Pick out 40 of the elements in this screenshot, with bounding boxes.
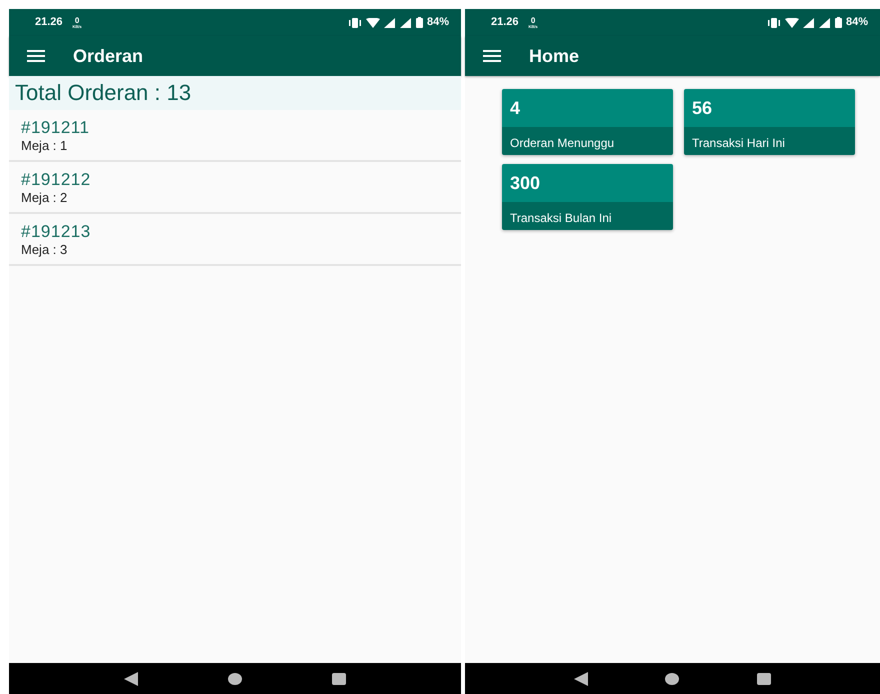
back-icon[interactable] xyxy=(574,672,588,686)
table-number: Meja : 3 xyxy=(21,242,68,258)
total-orders-header: Total Orderan : 13 xyxy=(9,76,461,110)
order-list-item[interactable]: #191213 Meja : 3 xyxy=(9,214,461,266)
back-icon[interactable] xyxy=(124,672,138,686)
recents-icon[interactable] xyxy=(332,672,346,684)
wifi-icon xyxy=(366,18,380,28)
tile-value: 300 xyxy=(502,164,673,202)
tile-label: Transaksi Bulan Ini xyxy=(502,202,673,230)
signal-icon xyxy=(818,18,831,28)
tile-value: 56 xyxy=(684,89,855,127)
battery-icon xyxy=(416,17,423,28)
order-list-item[interactable]: #191212 Meja : 2 xyxy=(9,162,461,214)
wifi-icon xyxy=(784,18,799,28)
signal-icon xyxy=(384,18,396,28)
vibrate-icon xyxy=(348,18,362,28)
clock-time: 21.26 xyxy=(491,15,519,30)
tile-label: Orderan Menunggu xyxy=(502,127,673,155)
table-number: Meja : 2 xyxy=(21,190,68,206)
order-number: #191211 xyxy=(21,118,90,138)
battery-icon xyxy=(834,17,842,28)
recents-icon[interactable] xyxy=(757,672,772,684)
tile-value: 4 xyxy=(502,89,673,127)
menu-icon[interactable] xyxy=(27,50,45,62)
tile-label: Transaksi Hari Ini xyxy=(684,127,855,155)
table-number: Meja : 1 xyxy=(21,138,68,154)
battery-percent: 84% xyxy=(846,15,868,30)
home-icon[interactable] xyxy=(665,672,680,684)
signal-icon xyxy=(802,18,815,28)
order-number: #191212 xyxy=(21,170,92,190)
menu-icon[interactable] xyxy=(483,50,501,62)
clock-time: 21.26 xyxy=(35,15,63,30)
battery-percent: 84% xyxy=(426,15,449,30)
signal-icon xyxy=(400,18,412,28)
order-number: #191213 xyxy=(21,222,92,242)
vibrate-icon xyxy=(766,18,781,28)
order-list-item[interactable]: #191211 Meja : 1 xyxy=(9,110,461,162)
home-icon[interactable] xyxy=(228,672,242,684)
app-bar-title: Orderan xyxy=(73,44,144,68)
app-bar-title: Home xyxy=(529,44,580,68)
